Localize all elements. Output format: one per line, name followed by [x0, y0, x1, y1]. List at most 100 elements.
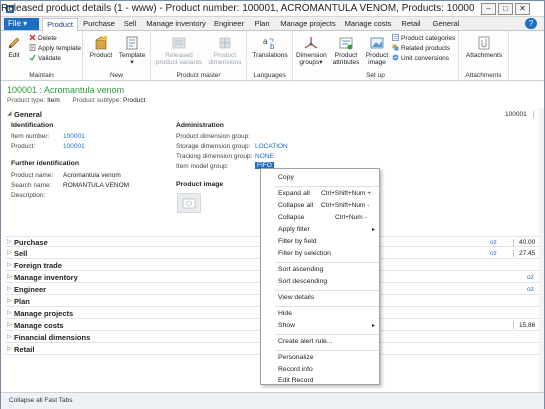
translate-icon: ab — [263, 37, 275, 51]
delete-button[interactable]: Delete — [29, 34, 57, 43]
menu-separator — [275, 334, 379, 335]
menu-separator — [275, 290, 379, 291]
related-products-button[interactable]: Related products — [392, 44, 450, 53]
close-button[interactable]: ✕ — [515, 3, 530, 15]
attachments-button[interactable]: Attachments — [462, 35, 506, 59]
window-title: Released product details (1 - www) - Pro… — [1, 3, 474, 14]
related-icon — [392, 44, 399, 51]
fasttab-summary-unit: oz — [527, 274, 534, 281]
divider — [513, 250, 514, 257]
divider — [513, 239, 514, 246]
product-name-value[interactable]: Acromantula venom — [63, 172, 121, 179]
fasttab-summary-unit: oz — [527, 286, 534, 293]
menu-item-apply-filter[interactable]: Apply filter ▸ — [261, 224, 379, 236]
product-type-line: Product type: Item Product subtype: Prod… — [7, 97, 145, 104]
template-icon — [29, 44, 36, 51]
fasttab-title: Manage projects — [14, 309, 74, 318]
tab-engineer[interactable]: Engineer — [210, 18, 248, 31]
product-dimensions-button[interactable]: Product dimensions — [207, 35, 243, 66]
categories-icon — [392, 34, 399, 41]
unit-conversions-button[interactable]: Unit conversions — [392, 54, 449, 63]
menu-item-record-info[interactable]: Record info — [261, 364, 379, 376]
tab-sell[interactable]: Sell — [119, 18, 141, 31]
chevron-right-icon: ▷ — [7, 346, 12, 352]
fasttab-title: Purchase — [14, 238, 48, 247]
edit-button[interactable]: Edit — [5, 35, 23, 59]
chevron-down-icon: ◢ — [7, 111, 12, 117]
menu-item-label: Collapse — [278, 214, 305, 221]
search-name-value[interactable]: ROMANTULA VENOM — [63, 182, 129, 189]
check-icon — [29, 54, 36, 61]
product-subtype-value: Product — [123, 97, 146, 104]
product-subtype-label: Product subtype: — [72, 97, 122, 104]
tab-manage-projects[interactable]: Manage projects — [277, 18, 339, 31]
product-categories-button[interactable]: Product categories — [392, 34, 455, 43]
menu-item-collapse[interactable]: Collapse Ctrl+Num - — [261, 212, 379, 224]
product-dimensions-label: Product dimensions — [208, 52, 242, 66]
chevron-down-icon: ▾ — [130, 59, 134, 66]
tab-manage-inventory[interactable]: Manage inventory — [145, 18, 207, 31]
menu-item-show[interactable]: Show ▸ — [261, 320, 379, 332]
fasttab-title: Financial dimensions — [14, 333, 91, 342]
group-label-attachments: Attachments — [465, 72, 502, 79]
menu-item-personalize[interactable]: Personalize — [261, 352, 379, 364]
menu-item-hide[interactable]: Hide — [261, 308, 379, 320]
image-icon — [370, 37, 384, 49]
administration-title: Administration — [176, 122, 224, 129]
fasttab-title: General — [14, 110, 42, 119]
chevron-right-icon: ▷ — [7, 250, 12, 256]
dimension-groups-button[interactable]: Dimension groups▾ — [296, 35, 327, 66]
group-new: Product Template ▾ New — [83, 31, 151, 81]
menu-item-filter-by-field[interactable]: Filter by field — [261, 236, 379, 248]
menu-item-create-alert-rule[interactable]: Create alert rule... — [261, 336, 379, 348]
menu-item-collapse-all[interactable]: Collapse all Ctrl+Shift+Num - — [261, 200, 379, 212]
description-label: Description: — [11, 192, 46, 199]
fasttab-title: Manage costs — [14, 321, 64, 330]
translations-button[interactable]: ab Translations — [251, 35, 289, 59]
apply-template-button[interactable]: Apply template — [29, 44, 81, 53]
tab-plan[interactable]: Plan — [251, 18, 273, 31]
product-name-label: Product name: — [11, 172, 54, 179]
validate-button[interactable]: Validate — [29, 54, 61, 63]
fasttab-summary-value: 27.45 — [519, 250, 536, 257]
product-value[interactable]: 100001 — [63, 143, 85, 150]
released-variants-button[interactable]: Released product variants — [155, 35, 203, 66]
tab-product[interactable]: Product — [42, 18, 78, 31]
tracking-dimension-group-value[interactable]: NONE — [255, 153, 274, 160]
item-number-value[interactable]: 100001 — [63, 133, 85, 140]
fasttab-summary-unit: oz — [490, 239, 497, 246]
menu-item-view-details[interactable]: View details — [261, 292, 379, 304]
vertical-scrollbar[interactable] — [539, 108, 544, 392]
fasttab-title: Foreign trade — [14, 261, 62, 270]
product-image-button[interactable]: Product image — [365, 35, 389, 66]
menu-separator — [275, 262, 379, 263]
product-image-placeholder[interactable] — [177, 193, 201, 213]
help-button[interactable]: ? — [525, 18, 537, 29]
window: Released product details (1 - www) - Pro… — [0, 0, 545, 409]
menu-item-sort-ascending[interactable]: Sort ascending — [261, 264, 379, 276]
context-menu: Copy Expand all Ctrl+Shift+Num + Collapse… — [260, 168, 380, 385]
tab-general[interactable]: General — [429, 18, 463, 31]
menu-item-copy[interactable]: Copy — [261, 172, 379, 184]
storage-dimension-group-value[interactable]: LOCATION — [255, 143, 288, 150]
file-menu-button[interactable]: File ▾ — [4, 18, 39, 30]
menu-item-expand-all[interactable]: Expand all Ctrl+Shift+Num + — [261, 188, 379, 200]
tab-retail[interactable]: Retail — [397, 18, 425, 31]
title-bar: Released product details (1 - www) - Pro… — [1, 1, 544, 17]
maximize-button[interactable]: □ — [498, 3, 513, 15]
tab-purchase[interactable]: Purchase — [81, 18, 117, 31]
fasttab-general[interactable]: ◢ General 100001 — [5, 109, 539, 120]
template-button[interactable]: Template ▾ — [117, 35, 147, 66]
product-attributes-button[interactable]: Product attributes — [329, 35, 363, 66]
menu-item-filter-by-selection[interactable]: Filter by selection — [261, 248, 379, 260]
tab-manage-costs[interactable]: Manage costs — [342, 18, 394, 31]
menu-item-sort-descending[interactable]: Sort descending — [261, 276, 379, 288]
divider — [513, 322, 514, 329]
collapse-all-fasttabs-link[interactable]: Collapse all Fast Tabs — [9, 397, 72, 404]
menu-item-edit-record[interactable]: Edit Record — [261, 376, 379, 385]
new-product-button[interactable]: Product — [89, 35, 113, 59]
minimize-button[interactable]: – — [481, 3, 496, 15]
divider — [533, 111, 534, 118]
variants-icon — [172, 37, 186, 49]
fasttab-title: Engineer — [14, 285, 47, 294]
